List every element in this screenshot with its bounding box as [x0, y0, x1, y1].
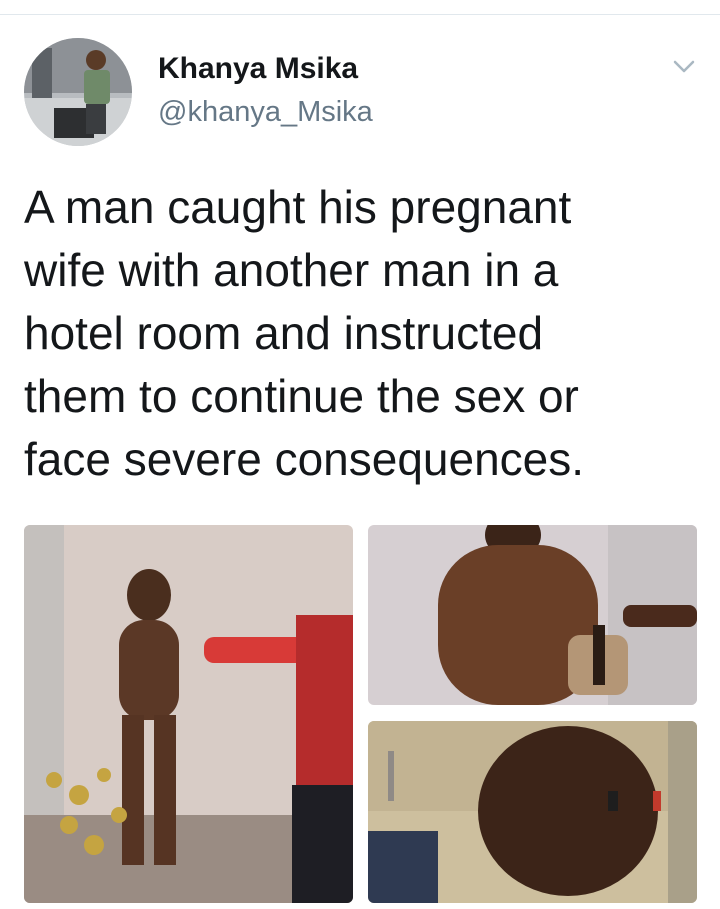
- chevron-down-icon[interactable]: [670, 54, 698, 78]
- author-display-name[interactable]: Khanya Msika: [158, 52, 358, 86]
- tweet-text: A man caught his pregnant wife with anot…: [24, 181, 585, 485]
- tweet-photo-3[interactable]: [368, 721, 697, 903]
- tweet-photo-2[interactable]: [368, 525, 697, 705]
- tweet-photo-1[interactable]: [24, 525, 353, 903]
- author-avatar[interactable]: [24, 38, 132, 146]
- top-divider: [0, 0, 720, 15]
- author-handle[interactable]: @khanya_Msika: [158, 96, 373, 129]
